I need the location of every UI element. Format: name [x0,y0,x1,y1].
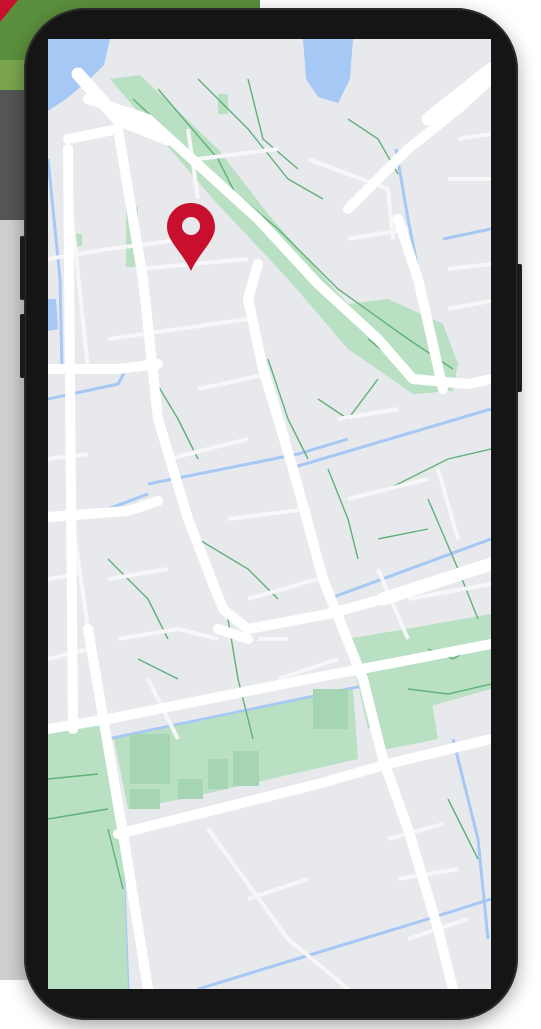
map-screen[interactable] [48,39,491,989]
phone-power-button [517,264,522,392]
phone-volume-down [20,314,25,378]
map-view[interactable] [48,39,491,989]
phone-volume-up [20,236,25,300]
